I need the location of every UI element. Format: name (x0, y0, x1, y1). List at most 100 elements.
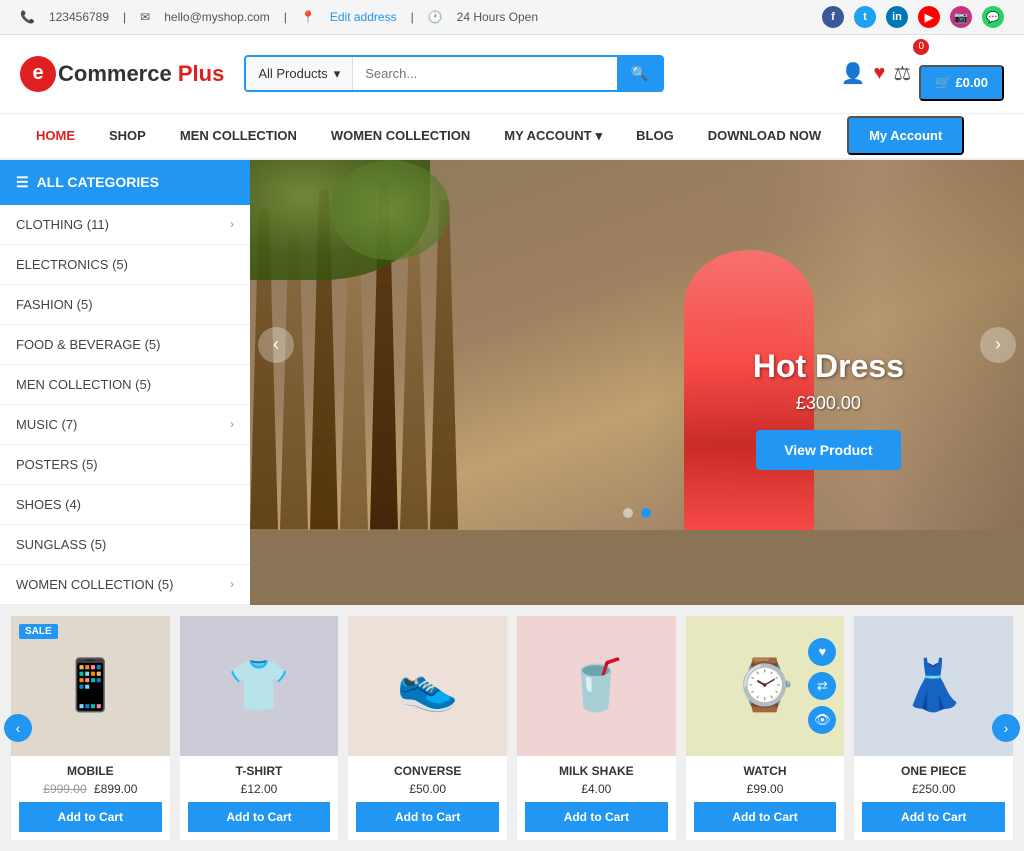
product-price: £250.00 (862, 782, 1005, 796)
product-image-watch: ⌚ ♥ ⇄ 👁 (686, 616, 845, 756)
products-wrapper: ‹ SALE 📱 MOBILE £999.00 £899.00 Add to C… (10, 615, 1014, 841)
product-image-tshirt: 👕 (180, 616, 339, 756)
compare-icon[interactable]: ⇄ (808, 672, 836, 700)
wishlist-icon[interactable]: ♥ (808, 638, 836, 666)
search-button[interactable]: 🔍 (617, 57, 662, 90)
clock-icon: 🕐 (428, 10, 443, 24)
email-address: hello@myshop.com (164, 10, 270, 24)
sidebar-item-women-collection[interactable]: WOMEN COLLECTION (5) › (0, 565, 250, 605)
view-icon[interactable]: 👁 (808, 706, 836, 734)
youtube-icon[interactable]: ▶ (918, 6, 940, 28)
product-action-icons: ♥ ⇄ 👁 (808, 638, 836, 734)
edit-address-link[interactable]: Edit address (330, 10, 397, 24)
product-card-mobile: SALE 📱 MOBILE £999.00 £899.00 Add to Car… (10, 615, 171, 841)
email-icon: ✉ (140, 10, 150, 24)
product-image-converse: 👟 (348, 616, 507, 756)
twitter-icon[interactable]: t (854, 6, 876, 28)
nav-item-my-account[interactable]: MY ACCOUNT ▾ (488, 114, 618, 158)
slider-dot-2[interactable] (641, 508, 651, 518)
search-dropdown[interactable]: All Products ▾ (246, 57, 353, 90)
product-card-milkshake: 🥤 MILK SHAKE £4.00 Add to Cart (516, 615, 677, 841)
products-prev-button[interactable]: ‹ (4, 714, 32, 742)
hero-view-product-button[interactable]: View Product (756, 430, 900, 470)
products-section: ‹ SALE 📱 MOBILE £999.00 £899.00 Add to C… (0, 605, 1024, 851)
instagram-icon[interactable]: 📷 (950, 6, 972, 28)
hero-text-overlay: Hot Dress £300.00 View Product (753, 348, 904, 470)
product-name: MOBILE (19, 764, 162, 778)
cart-badge: 0 (913, 39, 929, 55)
sidebar-item-shoes[interactable]: SHOES (4) (0, 485, 250, 525)
main-nav: HOME SHOP MEN COLLECTION WOMEN COLLECTIO… (0, 114, 1024, 160)
header: e Commerce Plus All Products ▾ 🔍 👤 ♥ ⚖ 0… (0, 35, 1024, 114)
product-info-milkshake: MILK SHAKE £4.00 Add to Cart (517, 756, 676, 840)
sidebar-item-music[interactable]: MUSIC (7) › (0, 405, 250, 445)
product-info-watch: WATCH £99.00 Add to Cart (686, 756, 845, 840)
hero-price: £300.00 (753, 393, 904, 414)
my-account-cta-button[interactable]: My Account (847, 116, 964, 155)
product-price: £4.00 (525, 782, 668, 796)
cart-button[interactable]: 🛒 £0.00 (919, 65, 1004, 101)
slider-prev-button[interactable]: ‹ (258, 327, 294, 363)
sidebar-item-clothing[interactable]: CLOTHING (11) › (0, 205, 250, 245)
sidebar-item-food-beverage[interactable]: FOOD & BEVERAGE (5) (0, 325, 250, 365)
facebook-icon[interactable]: f (822, 6, 844, 28)
chevron-right-icon: › (230, 217, 234, 231)
sidebar-header: ☰ ALL CATEGORIES (0, 160, 250, 205)
header-icons: 👤 ♥ ⚖ 0 🛒 £0.00 (841, 47, 1004, 101)
chevron-right-icon: › (230, 417, 234, 431)
product-image-onepiece: 👗 (854, 616, 1013, 756)
products-grid: SALE 📱 MOBILE £999.00 £899.00 Add to Car… (10, 615, 1014, 841)
top-bar-right: f t in ▶ 📷 💬 (822, 6, 1004, 28)
products-next-button[interactable]: › (992, 714, 1020, 742)
compare-icon[interactable]: ⚖ (893, 61, 911, 86)
product-info-onepiece: ONE PIECE £250.00 Add to Cart (854, 756, 1013, 840)
logo[interactable]: e Commerce Plus (20, 56, 224, 92)
add-to-cart-button[interactable]: Add to Cart (525, 802, 668, 832)
product-info-converse: CONVERSE £50.00 Add to Cart (348, 756, 507, 840)
slider-next-button[interactable]: › (980, 327, 1016, 363)
product-info-mobile: MOBILE £999.00 £899.00 Add to Cart (11, 756, 170, 840)
product-card-tshirt: 👕 T-SHIRT £12.00 Add to Cart (179, 615, 340, 841)
slider-dot-1[interactable] (623, 508, 633, 518)
nav-item-download-now[interactable]: DOWNLOAD NOW (692, 114, 837, 157)
product-name: T-SHIRT (188, 764, 331, 778)
menu-icon: ☰ (16, 174, 29, 191)
product-name: MILK SHAKE (525, 764, 668, 778)
product-info-tshirt: T-SHIRT £12.00 Add to Cart (180, 756, 339, 840)
add-to-cart-button[interactable]: Add to Cart (188, 802, 331, 832)
logo-circle: e (20, 56, 56, 92)
logo-text: Commerce Plus (58, 61, 224, 87)
hero-bg (250, 160, 1024, 530)
sidebar-item-sunglass[interactable]: SUNGLASS (5) (0, 525, 250, 565)
hero-title: Hot Dress (753, 348, 904, 385)
add-to-cart-button[interactable]: Add to Cart (862, 802, 1005, 832)
nav-item-shop[interactable]: SHOP (93, 114, 162, 157)
linkedin-icon[interactable]: in (886, 6, 908, 28)
product-card-onepiece: 👗 ONE PIECE £250.00 Add to Cart (853, 615, 1014, 841)
add-to-cart-button[interactable]: Add to Cart (694, 802, 837, 832)
hero-inner: Hot Dress £300.00 View Product ‹ › (250, 160, 1024, 530)
sidebar-item-posters[interactable]: POSTERS (5) (0, 445, 250, 485)
search-input[interactable] (353, 57, 617, 90)
sidebar-item-electronics[interactable]: ELECTRONICS (5) (0, 245, 250, 285)
slider-dots (623, 508, 651, 518)
add-to-cart-button[interactable]: Add to Cart (19, 802, 162, 832)
product-price: £50.00 (356, 782, 499, 796)
whatsapp-icon[interactable]: 💬 (982, 6, 1004, 28)
nav-item-men-collection[interactable]: MEN COLLECTION (164, 114, 313, 157)
search-bar: All Products ▾ 🔍 (244, 55, 664, 92)
nav-item-women-collection[interactable]: WOMEN COLLECTION (315, 114, 486, 157)
cart-wrapper: 0 🛒 £0.00 (919, 47, 1004, 101)
sidebar-item-fashion[interactable]: FASHION (5) (0, 285, 250, 325)
product-card-converse: 👟 CONVERSE £50.00 Add to Cart (347, 615, 508, 841)
wishlist-icon[interactable]: ♥ (873, 62, 885, 85)
add-to-cart-button[interactable]: Add to Cart (356, 802, 499, 832)
nav-item-home[interactable]: HOME (20, 114, 91, 157)
sidebar-item-men-collection[interactable]: MEN COLLECTION (5) (0, 365, 250, 405)
hours-text: 24 Hours Open (457, 10, 538, 24)
product-image-milkshake: 🥤 (517, 616, 676, 756)
nav-item-blog[interactable]: BLOG (620, 114, 690, 157)
phone-number: 123456789 (49, 10, 109, 24)
main-content: ☰ ALL CATEGORIES CLOTHING (11) › ELECTRO… (0, 160, 1024, 605)
account-icon[interactable]: 👤 (841, 61, 866, 86)
